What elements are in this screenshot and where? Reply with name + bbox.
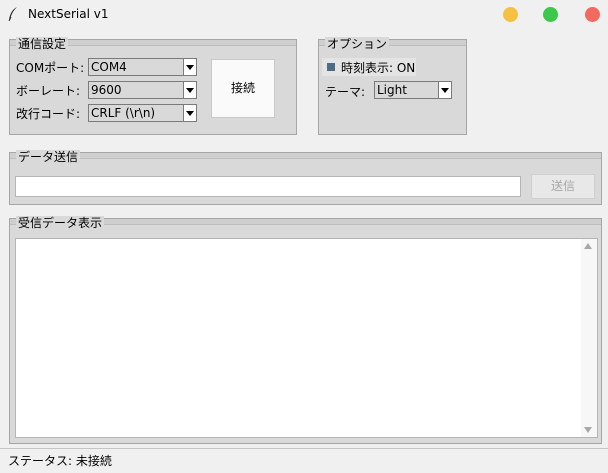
port-label: COMポート: <box>16 61 85 75</box>
baud-label: ボーレート: <box>16 84 81 98</box>
options-group: オプション 時刻表示: ON テーマ: Light <box>318 37 467 135</box>
scroll-up-icon[interactable] <box>584 243 592 249</box>
comm-settings-group: 通信設定 COMポート: COM4 ボーレート: 9600 改行コード: CRL… <box>9 37 297 135</box>
window-title: NextSerial v1 <box>28 7 109 21</box>
connect-button[interactable]: 接続 <box>211 59 275 118</box>
receive-group: 受信データ表示 <box>9 216 602 444</box>
status-text: ステータス: 未接続 <box>8 454 112 468</box>
port-select-value: COM4 <box>91 60 127 74</box>
theme-select-value: Light <box>377 83 407 97</box>
timestamp-label: 時刻表示: ON <box>341 61 416 75</box>
chevron-down-icon[interactable] <box>183 59 196 75</box>
receive-output[interactable] <box>15 238 598 438</box>
connect-button-label: 接続 <box>230 81 255 95</box>
minimize-button[interactable] <box>503 7 518 22</box>
chevron-down-icon[interactable] <box>183 82 196 98</box>
maximize-button[interactable] <box>543 7 558 22</box>
port-select[interactable]: COM4 <box>88 58 197 76</box>
baud-select[interactable]: 9600 <box>88 81 197 99</box>
send-button[interactable]: 送信 <box>531 174 595 199</box>
theme-label: テーマ: <box>325 85 366 99</box>
comm-settings-legend: 通信設定 <box>16 37 69 51</box>
send-input[interactable] <box>15 176 521 197</box>
chevron-down-icon[interactable] <box>438 82 451 98</box>
theme-select[interactable]: Light <box>374 81 452 99</box>
scroll-down-icon[interactable] <box>584 427 592 433</box>
receive-legend: 受信データ表示 <box>16 216 105 230</box>
receive-scrollbar[interactable] <box>581 239 597 437</box>
title-bar: NextSerial v1 <box>0 0 608 30</box>
send-legend: データ送信 <box>16 150 81 164</box>
newline-select[interactable]: CRLF (\r\n) <box>88 104 197 122</box>
send-button-label: 送信 <box>550 179 575 193</box>
status-bar: ステータス: 未接続 <box>0 448 608 473</box>
newline-select-value: CRLF (\r\n) <box>91 106 156 120</box>
feather-icon <box>8 7 17 22</box>
options-legend: オプション <box>325 37 390 51</box>
newline-label: 改行コード: <box>16 107 81 121</box>
baud-select-value: 9600 <box>91 83 122 97</box>
chevron-down-icon[interactable] <box>183 105 196 121</box>
send-group: データ送信 送信 <box>9 150 602 205</box>
close-button[interactable] <box>585 7 600 22</box>
timestamp-toggle[interactable]: 時刻表示: ON <box>322 58 416 76</box>
checkbox-icon <box>327 63 335 71</box>
